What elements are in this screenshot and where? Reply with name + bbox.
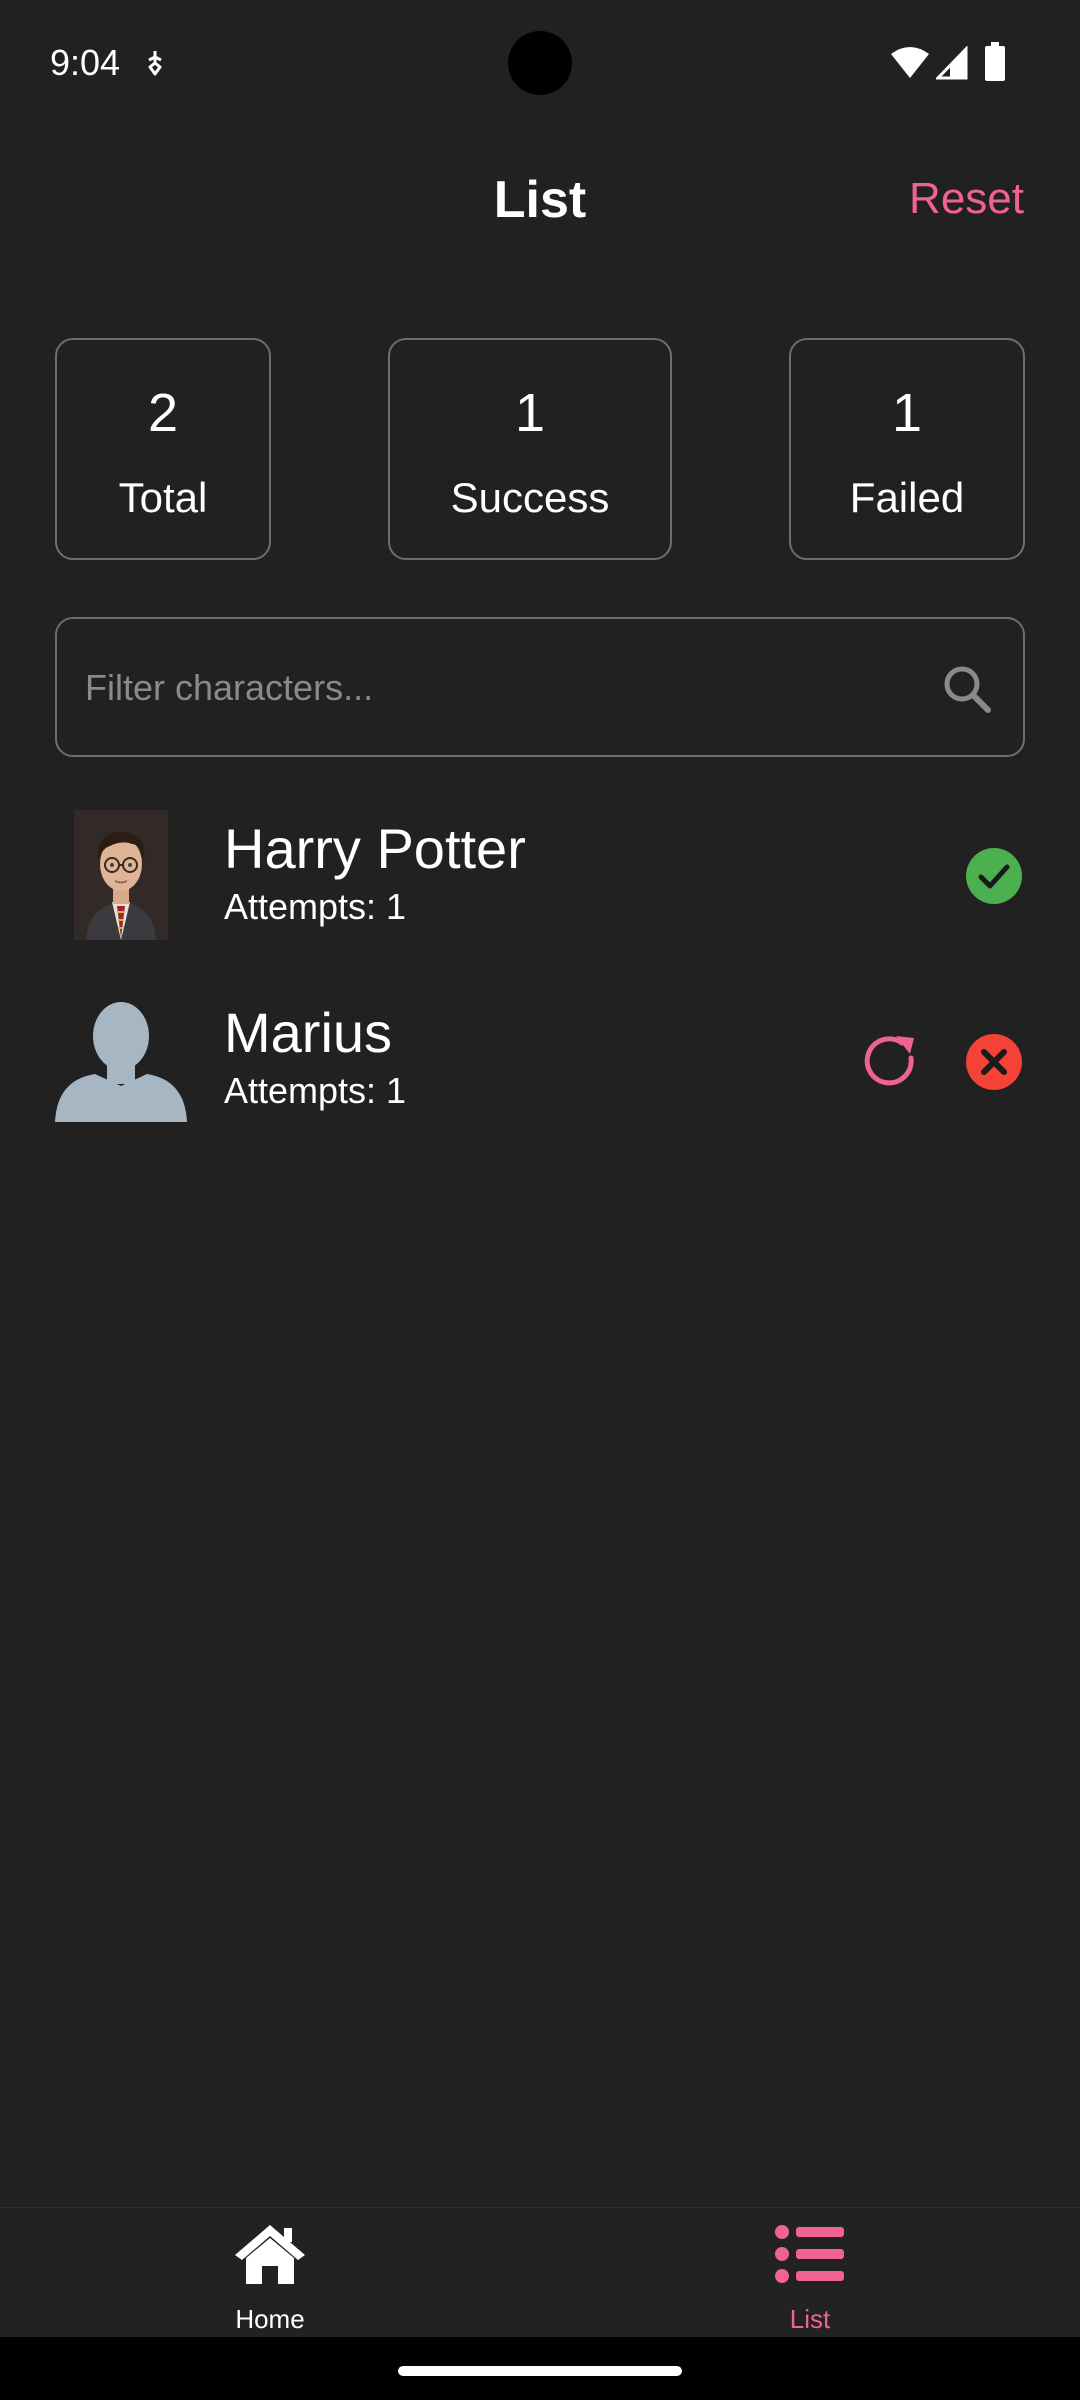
stat-label-failed: Failed: [849, 474, 965, 521]
home-icon: [235, 2225, 305, 2284]
signal-icon: [936, 46, 968, 80]
filter-field[interactable]: [55, 617, 1025, 757]
character-attempts: Attempts: 1: [224, 886, 407, 927]
nav-item-home[interactable]: Home: [0, 2208, 540, 2338]
placeholder-avatar: [55, 1002, 187, 1122]
camera-cutout: [508, 31, 572, 95]
failed-x-icon: [966, 1034, 1022, 1090]
nav-label-list: List: [789, 2304, 831, 2334]
nav-item-list[interactable]: List: [540, 2208, 1080, 2338]
list-screen: 9:04 List Reset 2 Total 1 Success 1 Fail…: [0, 0, 1080, 2400]
status-bar: 9:04: [0, 0, 1080, 130]
character-name: Harry Potter: [224, 817, 526, 880]
battery-icon: [985, 42, 1005, 81]
top-app-bar: List Reset: [0, 150, 1080, 260]
status-time: 9:04: [50, 42, 121, 83]
retry-icon[interactable]: [862, 1032, 922, 1092]
stat-label-total: Total: [118, 474, 208, 521]
stat-value-failed: 1: [891, 383, 923, 443]
stat-card-total: 2 Total: [55, 338, 271, 560]
character-attempts: Attempts: 1: [224, 1070, 407, 1111]
bottom-navigation: Home List: [0, 2207, 1080, 2338]
sim-icon: [148, 51, 162, 76]
list-item[interactable]: Harry Potter Attempts: 1: [0, 800, 1080, 960]
filter-input[interactable]: [83, 649, 907, 727]
nav-label-home: Home: [235, 2304, 305, 2334]
character-portrait: [74, 810, 168, 940]
character-name: Marius: [224, 1001, 393, 1064]
list-item[interactable]: Marius Attempts: 1: [0, 984, 1080, 1144]
list-icon: [775, 2225, 844, 2283]
stat-card-success: 1 Success: [388, 338, 672, 560]
stat-card-failed: 1 Failed: [789, 338, 1025, 560]
home-gesture-handle[interactable]: [398, 2366, 682, 2376]
gesture-bar: [0, 2337, 1080, 2400]
search-icon[interactable]: [941, 663, 993, 715]
success-check-icon: [966, 848, 1022, 904]
wifi-icon: [891, 47, 929, 78]
stat-label-success: Success: [450, 474, 610, 521]
stat-value-total: 2: [147, 383, 179, 443]
stat-value-success: 1: [514, 383, 546, 443]
reset-button[interactable]: Reset: [909, 174, 1024, 224]
